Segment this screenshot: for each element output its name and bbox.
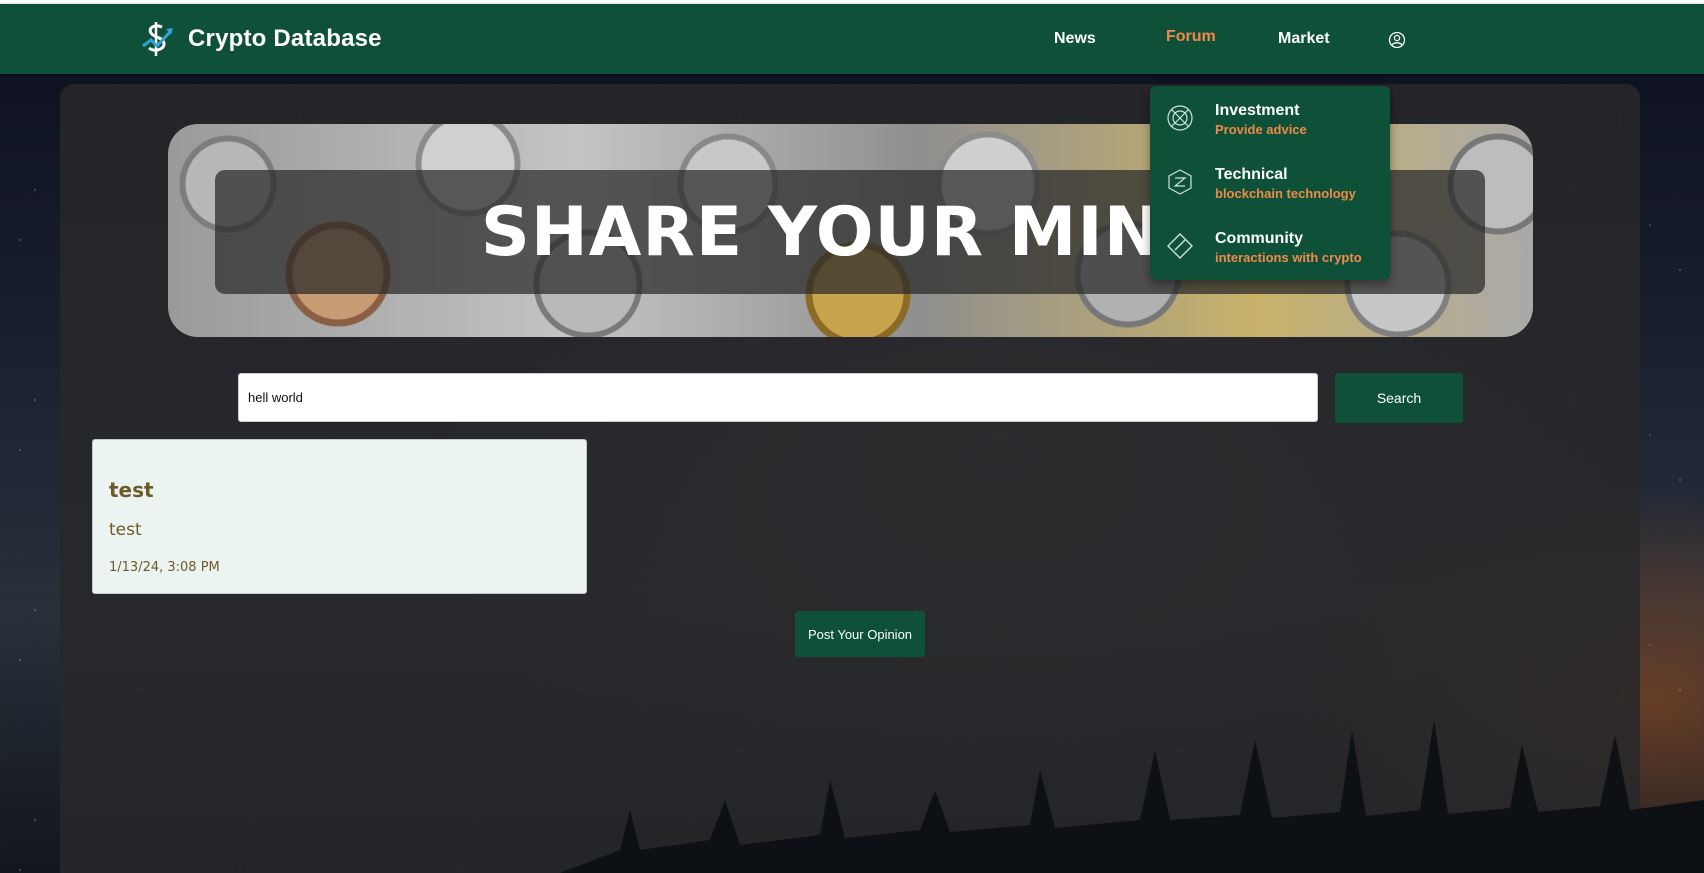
dropdown-item-technical[interactable]: Technical blockchain technology [1150,150,1390,210]
post-opinion-button[interactable]: Post Your Opinion [795,611,925,657]
post-date: 1/13/24, 3:08 PM [109,560,220,575]
top-navbar: Crypto Database News Forum Market [0,4,1704,74]
nav-forum[interactable]: Forum [1166,28,1216,46]
dropdown-item-investment[interactable]: Investment Provide advice [1150,86,1390,146]
dropdown-item-title: Technical [1215,166,1288,183]
post-card[interactable]: test test 1/13/24, 3:08 PM [92,439,587,594]
dropdown-item-subtitle: interactions with crypto [1215,250,1362,265]
dropdown-item-title: Community [1215,230,1303,247]
user-circle-icon[interactable] [1388,31,1406,49]
dropdown-item-title: Investment [1215,102,1300,119]
technical-icon [1168,169,1192,195]
dropdown-item-community[interactable]: Community interactions with crypto [1150,214,1390,274]
investment-icon [1167,105,1193,131]
brand[interactable]: Crypto Database [140,20,382,58]
community-icon [1167,233,1193,259]
brand-title: Crypto Database [188,25,382,52]
search-button[interactable]: Search [1335,373,1463,423]
nav-news[interactable]: News [1054,30,1096,48]
post-title: test [109,478,154,502]
crypto-logo-icon [142,22,173,56]
search-input[interactable] [238,373,1318,422]
dropdown-item-subtitle: blockchain technology [1215,186,1356,201]
post-body: test [109,520,142,540]
forum-dropdown-menu: Investment Provide advice Technical bloc… [1150,86,1390,280]
banner-title: SHARE YOUR MIND [480,192,1220,272]
dropdown-item-subtitle: Provide advice [1215,122,1307,137]
nav-market[interactable]: Market [1278,30,1330,48]
